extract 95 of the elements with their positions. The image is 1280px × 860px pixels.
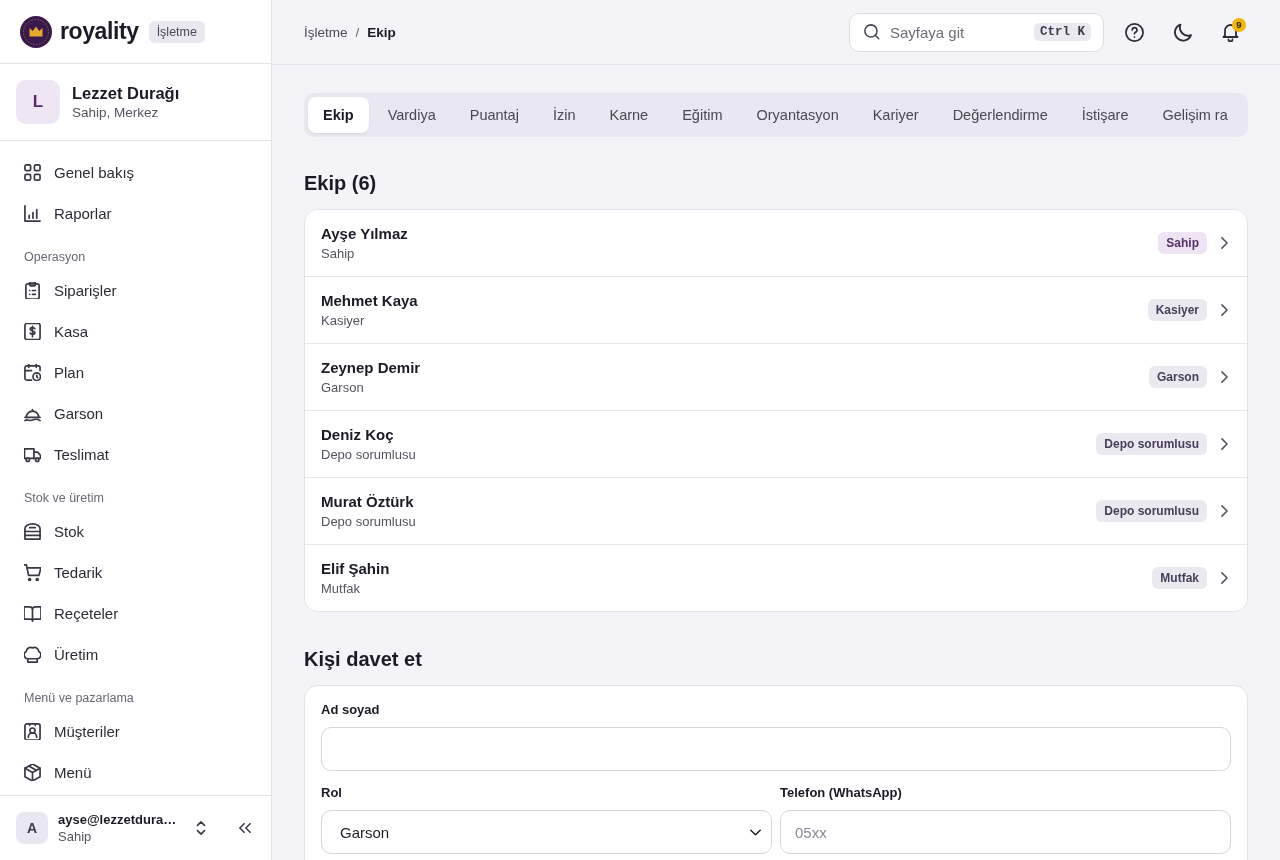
text-input[interactable]: 05xx xyxy=(780,810,1231,854)
user-role: Sahip xyxy=(58,829,93,844)
nav-item[interactable]: Stok xyxy=(16,511,255,552)
chevrons-up-down-icon xyxy=(195,821,207,835)
chevron-right-icon xyxy=(1221,304,1228,316)
member-name: Murat Öztürk xyxy=(321,491,415,512)
role-tag: Sahip xyxy=(1158,232,1207,254)
truck-icon xyxy=(24,446,41,463)
breadcrumb-link[interactable]: İşletme xyxy=(304,24,348,40)
workspace-badge: İşletme xyxy=(148,20,205,43)
tab[interactable]: Ekip xyxy=(308,97,369,133)
tab[interactable]: Eğitim xyxy=(667,97,738,133)
org-name: Lezzet Durağı xyxy=(72,84,180,103)
tab[interactable]: İstişare xyxy=(1066,97,1144,133)
nav-item[interactable]: Menü xyxy=(16,752,255,793)
breadcrumb-current: Ekip xyxy=(367,24,396,40)
box-icon xyxy=(24,764,41,781)
text-input[interactable] xyxy=(321,727,1231,771)
role-tag: Garson xyxy=(1149,366,1207,388)
cart-icon xyxy=(24,564,41,581)
nav-item[interactable]: Plan xyxy=(16,352,255,393)
chevrons-left-icon xyxy=(239,821,251,835)
clipboard-icon xyxy=(24,282,41,299)
nav-item[interactable]: Garson xyxy=(16,393,255,434)
help-icon xyxy=(1124,22,1144,42)
nav-item[interactable]: Raporlar xyxy=(16,193,255,234)
bell-icon xyxy=(1220,22,1240,42)
chevron-right-icon xyxy=(1221,438,1228,450)
member-name: Mehmet Kaya xyxy=(321,290,419,311)
open-book-icon xyxy=(24,605,41,622)
role-tag: Mutfak xyxy=(1152,567,1207,589)
shortcut-key: Ctrl K xyxy=(1034,23,1091,41)
section-heading: Kişi davet et xyxy=(304,647,423,671)
member-name: Elif Şahin xyxy=(321,558,391,579)
member-name: Zeynep Demir xyxy=(321,357,422,378)
tab[interactable]: Puantaj xyxy=(454,97,534,133)
tab[interactable]: İzin xyxy=(537,97,591,133)
member-name: Deniz Koç xyxy=(321,424,395,445)
archive-icon xyxy=(24,523,41,540)
bar-chart-icon xyxy=(24,205,41,222)
brand-name: royality xyxy=(60,18,139,45)
member-role: Depo sorumlusu xyxy=(321,512,417,531)
member-list-item[interactable]: Ayşe Yılmaz Sahip Sahip xyxy=(305,210,1247,277)
nav-section-title: Menü ve pazarlama xyxy=(23,690,135,707)
member-role: Mutfak xyxy=(321,579,361,598)
field-label: Telefon (WhatsApp) xyxy=(780,785,903,801)
user-avatar: A xyxy=(16,812,48,844)
nav-item[interactable]: Reçeteler xyxy=(16,593,255,634)
nav-section-title: Operasyon xyxy=(23,249,87,266)
member-role: Kasiyer xyxy=(321,311,366,330)
chevron-right-icon xyxy=(1221,505,1228,517)
nav-item[interactable]: Kasa xyxy=(16,311,255,352)
nav-item[interactable]: Genel bakış xyxy=(16,152,255,193)
chevron-right-icon xyxy=(1221,237,1228,249)
nav-item[interactable]: Üretim xyxy=(16,634,255,675)
chef-hat-icon xyxy=(24,646,41,663)
role-tag: Depo sorumlusu xyxy=(1096,500,1207,522)
nav-item[interactable]: Siparişler xyxy=(16,270,255,311)
tab[interactable]: Oryantasyon xyxy=(741,97,854,133)
dollar-receipt-icon xyxy=(24,323,41,340)
chevron-right-icon xyxy=(1221,572,1228,584)
moon-icon xyxy=(1172,22,1192,42)
chevron-down-icon xyxy=(750,828,761,836)
member-name: Ayşe Yılmaz xyxy=(321,223,409,244)
breadcrumb-separator: / xyxy=(355,24,360,40)
calendar-clock-icon xyxy=(24,364,41,381)
role-select[interactable]: Garson xyxy=(321,810,772,854)
member-role: Sahip xyxy=(321,244,356,263)
crown-logo-icon xyxy=(20,15,52,48)
nav-item[interactable]: Teslimat xyxy=(16,434,255,475)
member-role: Garson xyxy=(321,378,365,397)
tab[interactable]: Kariyer xyxy=(857,97,934,133)
nav-item[interactable]: Tedarik xyxy=(16,552,255,593)
tab[interactable]: Değerlendirme xyxy=(937,97,1063,133)
field-label: Ad soyad xyxy=(321,702,381,718)
role-tag: Depo sorumlusu xyxy=(1096,433,1207,455)
section-heading: Ekip (6) xyxy=(304,171,378,195)
notifications-button[interactable]: 9 xyxy=(1212,14,1248,50)
field-label: Rol xyxy=(321,785,343,801)
search-input[interactable]: Sayfaya git xyxy=(890,23,1024,41)
tab[interactable]: Karne xyxy=(594,97,664,133)
search-icon xyxy=(864,24,880,40)
role-tag: Kasiyer xyxy=(1147,299,1207,321)
nav-item[interactable]: Müşteriler xyxy=(16,711,255,752)
org-avatar: L xyxy=(16,80,60,124)
tab[interactable]: Vardiya xyxy=(372,97,451,133)
tab[interactable]: Gelişim ra xyxy=(1147,97,1243,133)
grid-icon xyxy=(24,164,41,181)
notification-count: 9 xyxy=(1232,18,1246,32)
member-role: Depo sorumlusu xyxy=(321,445,417,464)
user-email: ayse@lezzetdura… xyxy=(58,812,178,827)
nav-section-title: Stok ve üretim xyxy=(23,490,105,507)
contact-card-icon xyxy=(24,723,41,740)
chevron-right-icon xyxy=(1221,371,1228,383)
org-subtitle: Sahip, Merkez xyxy=(72,105,160,120)
